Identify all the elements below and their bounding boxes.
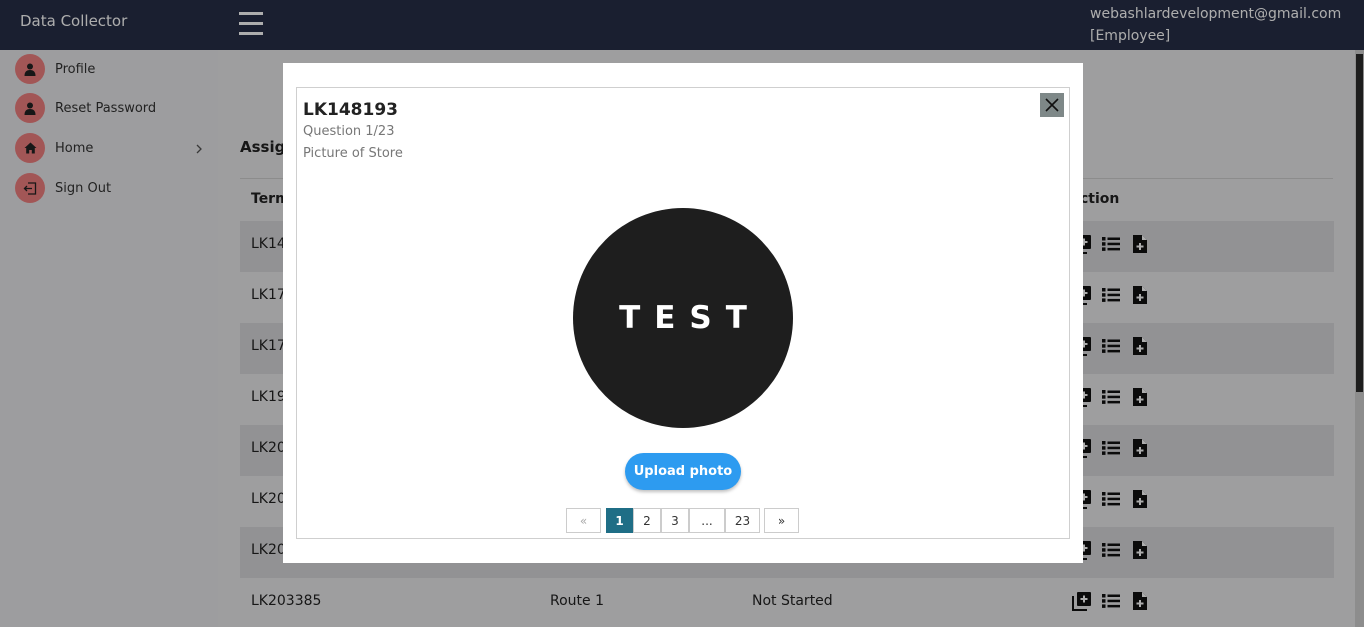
pagination-page-2[interactable]: 2 [633, 508, 661, 533]
question-counter: Question 1/23 [303, 124, 395, 139]
question-text: Picture of Store [303, 146, 403, 161]
question-modal: LK148193 Question 1/23 Picture of Store … [283, 63, 1083, 563]
store-photo: TEST [573, 208, 793, 428]
modal-body: LK148193 Question 1/23 Picture of Store … [296, 87, 1070, 539]
modal-title: LK148193 [303, 100, 398, 120]
pagination-page-3[interactable]: 3 [661, 508, 689, 533]
pagination-page-1[interactable]: 1 [606, 508, 633, 533]
close-icon [1045, 98, 1059, 112]
pagination-ellipsis: ... [689, 508, 725, 533]
pagination-next-wrap: » [764, 508, 799, 533]
upload-photo-button[interactable]: Upload photo [625, 453, 741, 490]
pagination-pages: 1 2 3 ... 23 [606, 508, 760, 533]
pagination: « [566, 508, 601, 533]
close-button[interactable] [1040, 93, 1064, 117]
photo-text: TEST [619, 300, 761, 336]
pagination-prev[interactable]: « [566, 508, 601, 533]
pagination-page-23[interactable]: 23 [725, 508, 760, 533]
pagination-next[interactable]: » [764, 508, 799, 533]
